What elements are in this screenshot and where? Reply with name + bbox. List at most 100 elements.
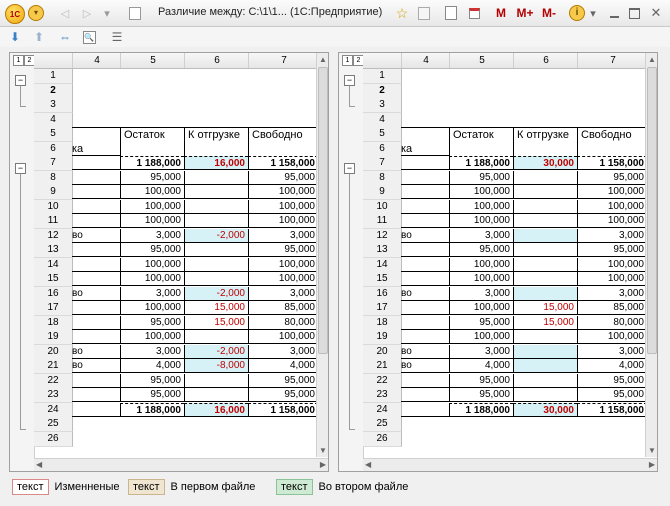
collapse-group-icon[interactable]: − <box>15 163 26 174</box>
scroll-thumb[interactable] <box>318 67 328 354</box>
cell-r18-c7[interactable]: 80,000 <box>248 315 316 330</box>
row-header-20[interactable]: 20 <box>34 344 73 360</box>
cell-r8-c7[interactable]: 95,000 <box>577 170 645 185</box>
previous-difference-icon[interactable]: ⬆ <box>30 28 48 46</box>
column-header-7[interactable]: 7 <box>577 53 645 68</box>
cell-r8-c5[interactable]: 95,000 <box>449 170 513 185</box>
cell-r13-c6[interactable] <box>513 243 577 257</box>
cell-r17-c6[interactable]: 15,000 <box>513 301 577 315</box>
row-header-7[interactable]: 7 <box>34 156 73 171</box>
cell-r10-c6[interactable] <box>513 199 577 214</box>
cell-r12-c6[interactable]: -2,000 <box>184 228 248 243</box>
cell-r16-c5[interactable]: 3,000 <box>120 286 184 301</box>
cell-r10-c7[interactable]: 100,000 <box>577 199 645 214</box>
cell-r12-c7[interactable]: 3,000 <box>248 228 316 243</box>
cell-r23-c5[interactable]: 95,000 <box>120 388 184 402</box>
cell-r19-c6[interactable] <box>184 330 248 344</box>
cell-r7-c6[interactable]: 16,000 <box>184 156 248 170</box>
cell-r21-c5[interactable]: 4,000 <box>120 359 184 373</box>
row-header-3[interactable]: 3 <box>363 98 402 113</box>
spreadsheet-grid[interactable]: 4 5 6 7 1 2 3 4 5 6 7 8 9 10 11 12 13 14 15 16 17 18 19 20 21 22 2… <box>34 53 316 457</box>
cell-r7-c5[interactable]: 1 188,000 <box>449 156 513 170</box>
row-header-2[interactable]: 2 <box>363 83 402 99</box>
cell-r24-c5[interactable]: 1 188,000 <box>120 402 184 417</box>
vertical-scrollbar[interactable]: ▲ ▼ <box>645 53 657 457</box>
cell-r8-c5[interactable]: 95,000 <box>120 170 184 185</box>
row-header-10[interactable]: 10 <box>34 199 73 215</box>
calculator-icon[interactable] <box>443 3 459 23</box>
cell-r16-c5[interactable]: 3,000 <box>449 286 513 301</box>
cell-r8-c6[interactable] <box>513 170 577 185</box>
row-header-23[interactable]: 23 <box>34 388 73 403</box>
cell-r10-c5[interactable]: 100,000 <box>120 199 184 214</box>
next-difference-icon[interactable]: ⬇ <box>6 28 24 46</box>
cell-r11-c5[interactable]: 100,000 <box>449 214 513 228</box>
row-header-6[interactable]: 6 <box>34 141 73 157</box>
cell-r13-c5[interactable]: 95,000 <box>449 243 513 257</box>
cell-r14-c5[interactable]: 100,000 <box>120 257 184 272</box>
row-header-12[interactable]: 12 <box>34 228 73 244</box>
cell-r20-c6[interactable] <box>513 344 577 359</box>
cell-r24-c7[interactable]: 1 158,000 <box>248 402 316 417</box>
cell-r18-c7[interactable]: 80,000 <box>577 315 645 330</box>
cell-r23-c6[interactable] <box>513 388 577 402</box>
right-file-panel[interactable]: 1 2− −4 5 6 7 1 2 3 4 5 6 7 8 9 10 11 12 13 14 15 16 17 18 19 20 2… <box>338 52 658 472</box>
cell-r14-c6[interactable] <box>184 257 248 272</box>
row-header-21[interactable]: 21 <box>363 359 402 374</box>
cell-r18-c6[interactable]: 15,000 <box>513 315 577 330</box>
cell-r11-c6[interactable] <box>184 214 248 228</box>
cell-r9-c7[interactable]: 100,000 <box>577 185 645 199</box>
cell-r24-c6[interactable]: 16,000 <box>184 402 248 417</box>
history-dropdown-icon[interactable]: ▾ <box>100 3 114 23</box>
cell-r8-c7[interactable]: 95,000 <box>248 170 316 185</box>
favorite-star-icon[interactable]: ☆ <box>393 3 411 23</box>
row-header-9[interactable]: 9 <box>34 185 73 200</box>
cell-r23-c6[interactable] <box>184 388 248 402</box>
row-header-17[interactable]: 17 <box>34 301 73 316</box>
row-header-5[interactable]: 5 <box>34 127 73 142</box>
cell-r22-c7[interactable]: 95,000 <box>248 373 316 388</box>
cell-r24-c5[interactable]: 1 188,000 <box>449 402 513 417</box>
memory-plus-button[interactable]: M+ <box>514 3 536 23</box>
cell-r15-c5[interactable]: 100,000 <box>449 272 513 286</box>
copy-icon[interactable] <box>416 3 432 23</box>
scroll-down-icon[interactable]: ▼ <box>648 446 656 455</box>
cell-r19-c5[interactable]: 100,000 <box>449 330 513 344</box>
vertical-scrollbar[interactable]: ▲ ▼ <box>316 53 328 457</box>
sync-scroll-icon[interactable]: ⇔ <box>56 28 74 46</box>
row-header-13[interactable]: 13 <box>363 243 402 258</box>
row-header-7[interactable]: 7 <box>363 156 402 171</box>
memory-minus-button[interactable]: M- <box>538 3 560 23</box>
column-header-4[interactable]: 4 <box>72 53 121 68</box>
cell-r12-c6[interactable] <box>513 228 577 243</box>
cell-r18-c5[interactable]: 95,000 <box>120 315 184 330</box>
collapse-group-icon[interactable]: − <box>15 75 26 86</box>
row-header-19[interactable]: 19 <box>363 330 402 345</box>
outline-level-1-button[interactable]: 1 <box>342 55 353 66</box>
row-header-10[interactable]: 10 <box>363 199 402 215</box>
cell-r15-c7[interactable]: 100,000 <box>577 272 645 286</box>
cell-r14-c5[interactable]: 100,000 <box>449 257 513 272</box>
row-header-24[interactable]: 24 <box>34 402 73 418</box>
row-header-2[interactable]: 2 <box>34 83 73 99</box>
cell-r19-c7[interactable]: 100,000 <box>248 330 316 344</box>
column-header-6[interactable]: 6 <box>513 53 578 68</box>
cell-r13-c7[interactable]: 95,000 <box>577 243 645 257</box>
cell-r9-c6[interactable] <box>513 185 577 199</box>
column-header-6[interactable]: 6 <box>184 53 249 68</box>
row-header-26[interactable]: 26 <box>363 431 402 447</box>
row-header-4[interactable]: 4 <box>34 112 73 128</box>
cell-r7-c7[interactable]: 1 158,000 <box>577 156 645 170</box>
forward-arrow-icon[interactable]: ▷ <box>80 3 94 23</box>
cell-r15-c7[interactable]: 100,000 <box>248 272 316 286</box>
close-icon[interactable]: ✕ <box>648 3 664 23</box>
cell-r17-c6[interactable]: 15,000 <box>184 301 248 315</box>
row-header-25[interactable]: 25 <box>363 417 402 432</box>
cell-r8-c6[interactable] <box>184 170 248 185</box>
row-header-1[interactable]: 1 <box>363 69 402 84</box>
cell-r18-c5[interactable]: 95,000 <box>449 315 513 330</box>
row-header-23[interactable]: 23 <box>363 388 402 403</box>
row-header-19[interactable]: 19 <box>34 330 73 345</box>
cell-r16-c7[interactable]: 3,000 <box>577 286 645 301</box>
row-header-11[interactable]: 11 <box>34 214 73 229</box>
